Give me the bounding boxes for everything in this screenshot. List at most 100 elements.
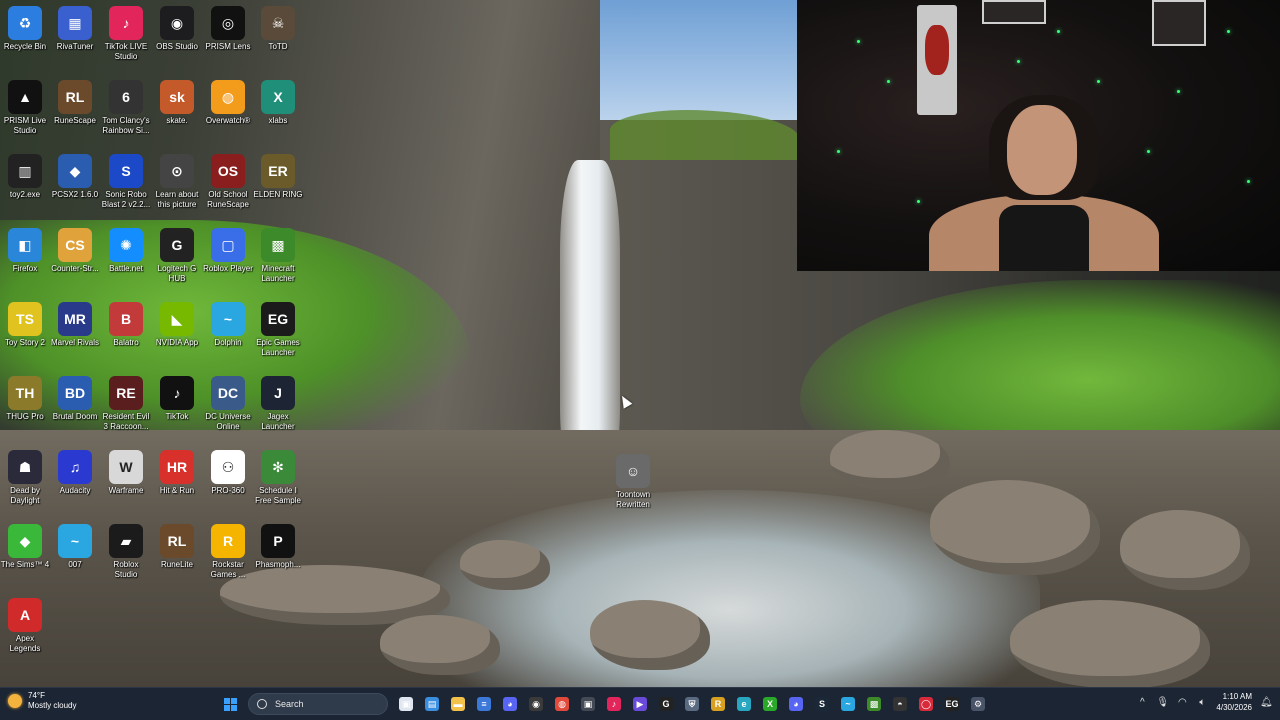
logitech-ghub-icon: G [160,228,194,262]
desktop-shortcut[interactable]: A Apex Legends [0,594,50,666]
desktop-shortcut[interactable]: B Balatro [101,298,151,370]
desktop-shortcut[interactable]: ▦ RivaTuner [50,2,100,74]
taskbar-app-button[interactable]: ◕ [498,692,522,716]
totd-icon: ☠ [261,6,295,40]
desktop-shortcut[interactable]: MR Marvel Rivals [50,298,100,370]
counter-strike-icon: CS [58,228,92,262]
taskbar-app-button[interactable]: ◯ [914,692,938,716]
desktop-shortcut[interactable]: BD Brutal Doom [50,372,100,444]
desktop-shortcut[interactable]: 6 Tom Clancy's Rainbow Si... [101,76,151,148]
desktop-shortcut[interactable]: RE Resident Evil 3 Raccoon... [101,372,151,444]
desktop-shortcut[interactable]: sk skate. [152,76,202,148]
wifi-icon[interactable]: ◠ [1176,697,1188,708]
desktop-shortcut[interactable]: ♫ Audacity [50,446,100,518]
taskbar-app-button[interactable]: EG [940,692,964,716]
recording-icon: ◯ [919,697,933,711]
desktop-shortcut[interactable]: ▰ Roblox Studio [101,520,151,592]
taskbar-app-button[interactable]: ⚙ [966,692,990,716]
desktop-shortcut[interactable]: P Phasmoph... [253,520,303,592]
taskbar-search-box[interactable]: Search [248,693,388,715]
xbox-icon: X [763,697,777,711]
desktop-shortcut[interactable]: ✻ Schedule I Free Sample [253,446,303,518]
desktop-icon-grid: ♻ Recycle Bin ▦ RivaTuner ♪ TikTok LIVE Studi… [0,0,1280,688]
microphone-icon[interactable]: 🎙︎ [1156,697,1169,708]
desktop-shortcut[interactable]: ◆ PCSX2 1.6.0 [50,150,100,222]
epic-games-icon: EG [261,302,295,336]
desktop-shortcut[interactable]: ▥ toy2.exe [0,150,50,222]
desktop-shortcut[interactable]: ▲ PRISM Live Studio [0,76,50,148]
taskbar-app-button[interactable]: ◍ [550,692,574,716]
taskbar-clock[interactable]: 1:10 AM 4/30/2026 [1216,691,1252,713]
taskbar-app-button[interactable]: ~ [836,692,860,716]
camera-icon: ▣ [581,697,595,711]
tray-overflow-chevron-icon[interactable]: ^ [1136,697,1148,708]
desktop-shortcut[interactable]: ◆ The Sims™ 4 [0,520,50,592]
desktop-shortcut[interactable]: ◉ OBS Studio [152,2,202,74]
taskbar-app-button[interactable]: S [810,692,834,716]
desktop-shortcut[interactable]: ◎ PRISM Lens [203,2,253,74]
desktop-shortcut[interactable]: ☗ Dead by Daylight [0,446,50,518]
desktop-shortcut[interactable]: RL RuneScape [50,76,100,148]
taskbar-app-button[interactable]: G [654,692,678,716]
desktop-shortcut[interactable]: R Rockstar Games ... [203,520,253,592]
taskbar-app-button[interactable]: ▬ [446,692,470,716]
taskbar-app-button[interactable]: ◉ [524,692,548,716]
taskbar-app-button[interactable]: ◕ [784,692,808,716]
desktop-shortcut[interactable]: TH THUG Pro [0,372,50,444]
desktop-shortcut[interactable]: S Sonic Robo Blast 2 v2.2... [101,150,151,222]
roblox-studio-icon: ▰ [109,524,143,558]
desktop-shortcut[interactable]: RL RuneLite [152,520,202,592]
desktop-shortcut[interactable]: ☠ ToTD [253,2,303,74]
desktop-shortcut[interactable]: ✺ Battle.net [101,224,151,296]
taskbar-app-button[interactable]: X [758,692,782,716]
desktop-shortcut[interactable]: ◧ Firefox [0,224,50,296]
desktop-shortcut-label: Toontown Rewritten [615,490,651,509]
desktop-shortcut[interactable]: ▩ Minecraft Launcher [253,224,303,296]
weather-widget[interactable]: 74°F Mostly cloudy [8,691,76,711]
taskbar-app-button[interactable]: ◓ [888,692,912,716]
taskbar-app-button[interactable]: R [706,692,730,716]
desktop-shortcut[interactable]: ~ Dolphin [203,298,253,370]
taskbar-app-button[interactable]: ▶ [628,692,652,716]
desktop-shortcut[interactable]: ~007 [50,520,100,592]
notification-bell-icon[interactable]: 🔔︎ [1260,697,1273,708]
desktop-shortcut[interactable]: J Jagex Launcher [253,372,303,444]
weather-text: 74°F Mostly cloudy [28,691,76,711]
desktop-shortcut[interactable]: ⊙ Learn about this picture [152,150,202,222]
desktop-shortcut[interactable]: ☺ Toontown Rewritten [608,450,658,522]
desktop-shortcut[interactable]: OS Old School RuneScape [203,150,253,222]
start-button[interactable] [218,692,242,716]
desktop-shortcut[interactable]: G Logitech G HUB [152,224,202,296]
taskbar-app-button[interactable]: ≡ [472,692,496,716]
taskbar-app-button[interactable]: ▣ [576,692,600,716]
desktop-shortcut[interactable]: ♪ TikTok [152,372,202,444]
desktop-shortcut[interactable]: EG Epic Games Launcher [253,298,303,370]
desktop-shortcut[interactable]: CS Counter-Str... [50,224,100,296]
desktop-shortcut-label: Phasmoph... [255,560,301,569]
taskbar-app-button[interactable]: ▤ [420,692,444,716]
desktop-shortcut[interactable]: W Warframe [101,446,151,518]
desktop-shortcut[interactable]: ◍ Overwatch® [203,76,253,148]
desktop-shortcut[interactable]: HR Hit & Run [152,446,202,518]
desktop-shortcut[interactable]: ◣ NVIDIA App [152,298,202,370]
desktop-shortcut[interactable]: Xxlabs [253,76,303,148]
desktop-shortcut-label: Dead by Daylight [10,486,40,505]
desktop-shortcut[interactable]: ♻ Recycle Bin [0,2,50,74]
taskbar-app-button[interactable]: e [732,692,756,716]
desktop-shortcut[interactable]: TS Toy Story 2 [0,298,50,370]
desktop-shortcut[interactable]: ♪ TikTok LIVE Studio [101,2,151,74]
obs-icon: ◉ [160,6,194,40]
desktop-shortcut[interactable]: DC DC Universe Online [203,372,253,444]
edge-icon: e [737,697,751,711]
taskbar-app-button[interactable]: ▩ [862,692,886,716]
desktop-shortcut[interactable]: ▢ Roblox Player [203,224,253,296]
file-explorer-icon: ▬ [451,697,465,711]
desktop-shortcut[interactable]: ⚇ PRO-360 [203,446,253,518]
taskbar-app-button[interactable]: ♪ [602,692,626,716]
volume-icon[interactable]: 🔈︎ [1196,697,1208,708]
taskbar-app-button[interactable]: ⛨ [680,692,704,716]
desktop-shortcut[interactable]: ER ELDEN RING [253,150,303,222]
toy-story-icon: TS [8,302,42,336]
weather-temperature: 74°F [28,691,45,700]
taskbar-app-button[interactable]: ▣ [394,692,418,716]
